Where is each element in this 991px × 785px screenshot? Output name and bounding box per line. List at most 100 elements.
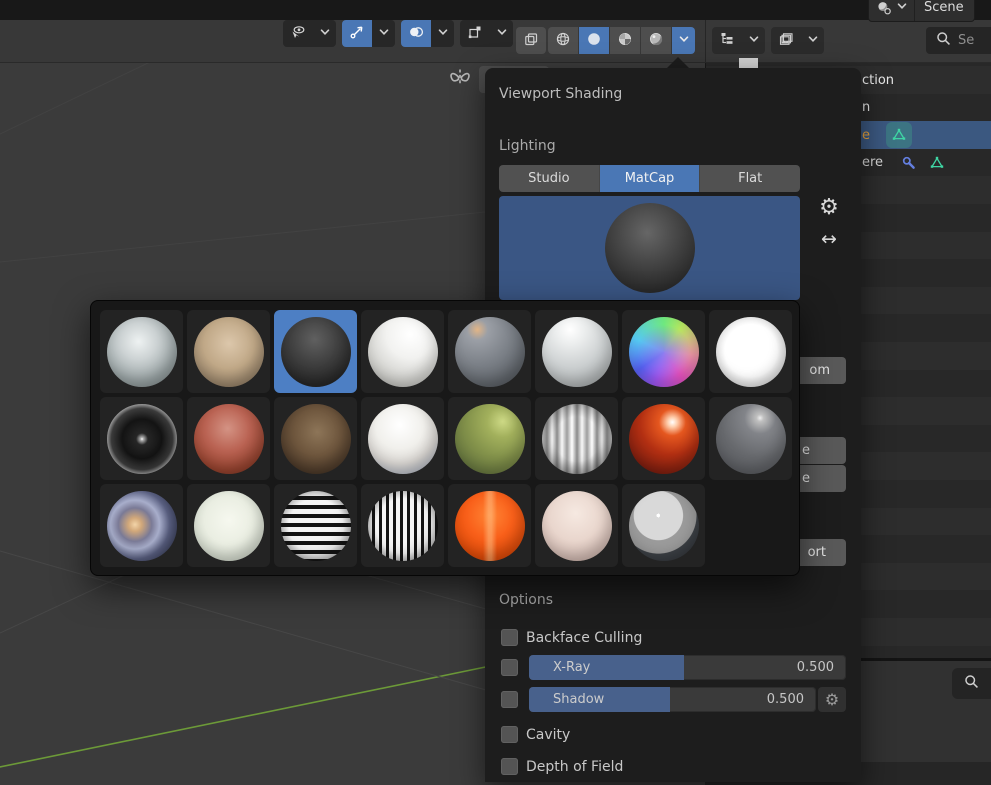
- popup-title: Viewport Shading: [499, 86, 623, 102]
- topbar: Scene: [0, 0, 991, 22]
- gizmo-toggle-dropdown[interactable]: [372, 20, 395, 47]
- matcap-item-brown-clay[interactable]: [274, 397, 357, 480]
- matcap-item-stripes-vertical[interactable]: [361, 484, 444, 567]
- matcap-item-olive-glossy[interactable]: [448, 397, 531, 480]
- tree-view-icon: [719, 31, 735, 51]
- snapping-options[interactable]: [460, 20, 490, 47]
- outliner-item-label: ere: [862, 155, 884, 171]
- matcap-item-pink-skin[interactable]: [535, 484, 618, 567]
- chevron-down-icon: [894, 0, 910, 18]
- shadow-slider[interactable]: Shadow 0.500: [529, 687, 816, 712]
- checkbox-depth-of-field[interactable]: [501, 758, 518, 775]
- matcap-item-cream-soft[interactable]: [187, 484, 270, 567]
- matcap-item-silver-anisotropic[interactable]: [535, 397, 618, 480]
- scene-icon: [869, 0, 914, 21]
- matcap-item-porcelain[interactable]: [361, 397, 444, 480]
- shading-wireframe[interactable]: [548, 27, 578, 54]
- option-row-backface-culling: Backface Culling: [501, 624, 847, 651]
- matcap-item-stripes-horizontal[interactable]: [274, 484, 357, 567]
- outliner-search-input[interactable]: Se: [926, 27, 991, 54]
- matcap-preview-sphere: [604, 203, 695, 293]
- matcap-sphere: [106, 403, 177, 474]
- matcap-item-emission-white[interactable]: [709, 310, 792, 393]
- shading-dropdown-button[interactable]: [672, 27, 695, 54]
- image-stack-dropdown[interactable]: [801, 27, 824, 54]
- modifier-wrench-icon: [901, 155, 917, 171]
- gear-icon[interactable]: ⚙: [815, 196, 843, 220]
- chevron-down-icon: [746, 31, 762, 51]
- gizmo-arrow-icon: [349, 24, 365, 44]
- matcap-sphere: [367, 316, 438, 387]
- image-stack-button[interactable]: [771, 27, 801, 54]
- matcap-item-black-outline[interactable]: [100, 397, 183, 480]
- lighting-matcap-tab[interactable]: MatCap: [599, 165, 701, 192]
- option-label: Depth of Field: [526, 758, 624, 775]
- object-visibility-dropdown-dropdown[interactable]: [313, 20, 336, 47]
- gizmo-toggle[interactable]: [342, 20, 372, 47]
- chevron-down-icon: [435, 24, 451, 44]
- rendered-sphere-icon: [648, 31, 664, 51]
- clipped-button-label: ort: [807, 545, 826, 560]
- tree-view-dropdown[interactable]: [742, 27, 765, 54]
- matcap-item-toon-grey[interactable]: [622, 484, 705, 567]
- mirror-icon[interactable]: [443, 66, 477, 93]
- shading-solid[interactable]: [579, 27, 609, 54]
- matcap-sphere: [367, 490, 438, 561]
- matcap-sphere: [193, 403, 264, 474]
- matcap-item-orange-glossy[interactable]: [448, 484, 531, 567]
- matcap-item-metal-blue-grey[interactable]: [448, 310, 531, 393]
- matcap-item-basic-tan-clay[interactable]: [187, 310, 270, 393]
- checkbox-shadow[interactable]: [501, 691, 518, 708]
- snapping-options-dropdown[interactable]: [490, 20, 513, 47]
- outliner-item-label: e: [862, 127, 870, 143]
- matcap-item-studio-blue-metal[interactable]: [100, 484, 183, 567]
- matcap-sphere: [541, 490, 612, 561]
- search-icon: [963, 673, 980, 694]
- matcap-item-normal-map[interactable]: [622, 310, 705, 393]
- option-row-cavity: Cavity: [501, 721, 847, 748]
- shading-material[interactable]: [610, 27, 640, 54]
- xray-toggle[interactable]: [516, 27, 546, 54]
- slider-value: 0.500: [796, 660, 834, 675]
- matcap-item-basic-dark[interactable]: [274, 310, 357, 393]
- overlays-toggle[interactable]: [401, 20, 431, 47]
- object-visibility-dropdown[interactable]: [283, 20, 313, 47]
- properties-search-button[interactable]: [952, 668, 991, 699]
- matcap-item-basic-silver[interactable]: [100, 310, 183, 393]
- tree-view-button[interactable]: [712, 27, 742, 54]
- checkbox-cavity[interactable]: [501, 726, 518, 743]
- viewport-header: Se: [0, 20, 991, 63]
- matcap-item-grey-matte[interactable]: [709, 397, 792, 480]
- chevron-down-icon: [676, 31, 692, 51]
- lighting-section-label: Lighting: [499, 138, 556, 154]
- flip-horizontal-icon[interactable]: ↔: [815, 228, 843, 250]
- checkbox-backface-culling[interactable]: [501, 629, 518, 646]
- outliner-item-label: ction: [862, 72, 895, 88]
- shading-rendered[interactable]: [641, 27, 671, 54]
- matcap-sphere: [454, 490, 525, 561]
- option-label: Cavity: [526, 726, 571, 743]
- matcap-sphere: [280, 403, 351, 474]
- snap-options-icon: [467, 24, 483, 44]
- lighting-studio-tab[interactable]: Studio: [499, 165, 600, 192]
- matcap-sphere: [193, 316, 264, 387]
- overlays-toggle-dropdown[interactable]: [431, 20, 454, 47]
- matcap-item-red-glossy[interactable]: [622, 397, 705, 480]
- matcap-sphere: [106, 490, 177, 561]
- matcap-preview-button[interactable]: [499, 196, 800, 300]
- checkbox-x-ray[interactable]: [501, 659, 518, 676]
- lighting-flat-tab[interactable]: Flat: [700, 165, 800, 192]
- matcap-item-basic-white[interactable]: [361, 310, 444, 393]
- option-row-shadow: Shadow 0.500 ⚙: [501, 686, 847, 713]
- matcap-item-terracotta-red[interactable]: [187, 397, 270, 480]
- chevron-down-icon: [494, 24, 510, 44]
- scene-selector[interactable]: Scene: [868, 0, 975, 22]
- matcap-item-pearl-glossy[interactable]: [535, 310, 618, 393]
- gear-icon[interactable]: ⚙: [818, 687, 846, 712]
- x-ray-slider[interactable]: X-Ray 0.500: [529, 655, 846, 680]
- matcap-sphere: [541, 403, 612, 474]
- material-sphere-icon: [617, 31, 633, 51]
- matcap-browser-popup: [90, 300, 800, 576]
- matcap-sphere: [541, 316, 612, 387]
- matcap-sphere: [193, 490, 264, 561]
